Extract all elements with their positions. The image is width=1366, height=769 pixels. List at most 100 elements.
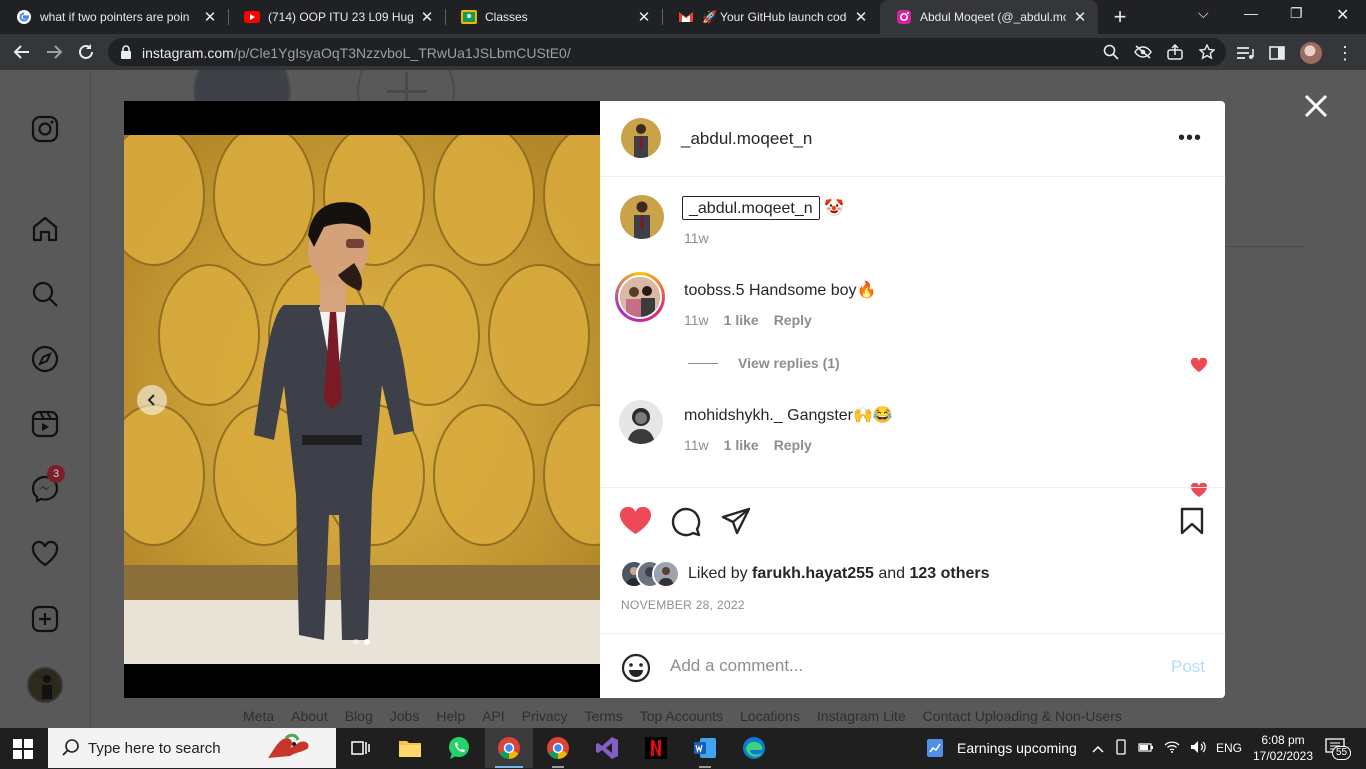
comment-reply-button[interactable]: Reply: [774, 437, 812, 453]
phone-link-icon[interactable]: [1114, 738, 1128, 758]
footer-link[interactable]: Blog: [345, 708, 373, 724]
footer-link[interactable]: Privacy: [522, 708, 568, 724]
taskbar-search-box[interactable]: Type here to search: [48, 728, 336, 768]
comment-time[interactable]: 11w: [684, 312, 709, 328]
footer-link[interactable]: Jobs: [390, 708, 420, 724]
close-tab-icon[interactable]: ✕: [202, 8, 218, 26]
close-tab-icon[interactable]: ✕: [853, 8, 869, 26]
heart-icon[interactable]: [29, 538, 61, 570]
windows-start-button[interactable]: [13, 739, 33, 764]
footer-link[interactable]: API: [482, 708, 505, 724]
comment-reply-button[interactable]: Reply: [774, 312, 812, 328]
comment-input[interactable]: [670, 654, 1150, 678]
close-tab-icon[interactable]: ✕: [419, 8, 435, 26]
task-view-icon[interactable]: [337, 728, 385, 768]
footer-link[interactable]: Help: [436, 708, 465, 724]
zoom-icon[interactable]: [1102, 43, 1120, 61]
footer-link[interactable]: Meta: [243, 708, 274, 724]
comment-avatar-story-ring[interactable]: [615, 272, 665, 322]
close-tab-icon[interactable]: ✕: [636, 8, 652, 26]
tab-gmail[interactable]: 🚀 Your GitHub launch code ✕: [662, 0, 879, 34]
explore-icon[interactable]: [29, 343, 61, 375]
reels-icon[interactable]: [29, 408, 61, 440]
comment-likes[interactable]: 1 like: [724, 312, 759, 328]
media-queue-icon[interactable]: [1236, 44, 1254, 62]
comment-likes[interactable]: 1 like: [724, 437, 759, 453]
search-icon[interactable]: [29, 278, 61, 310]
word-icon[interactable]: [681, 728, 729, 768]
instagram-logo-icon[interactable]: [29, 113, 61, 145]
wifi-icon[interactable]: [1164, 740, 1180, 756]
more-options-icon[interactable]: •••: [1178, 127, 1202, 150]
caption-avatar[interactable]: [620, 195, 664, 239]
close-modal-button[interactable]: [1303, 93, 1329, 119]
post-date[interactable]: NOVEMBER 28, 2022: [621, 598, 745, 612]
save-bookmark-icon[interactable]: [1180, 507, 1204, 540]
comment-username[interactable]: toobss.5: [684, 282, 744, 299]
visual-studio-icon[interactable]: [583, 728, 631, 768]
restore-button[interactable]: ❐: [1290, 5, 1303, 22]
notification-center-button[interactable]: 55: [1325, 728, 1352, 768]
tab-google-search[interactable]: what if two pointers are poin ✕: [0, 0, 228, 34]
side-panel-icon[interactable]: [1268, 44, 1286, 62]
chrome-taskbar-icon-active[interactable]: [485, 728, 533, 768]
chrome-profile-avatar[interactable]: [1300, 42, 1322, 64]
whatsapp-icon[interactable]: [435, 728, 483, 768]
liked-by-others[interactable]: 123 others: [910, 565, 990, 583]
close-window-button[interactable]: ✕: [1336, 5, 1349, 25]
comment-icon[interactable]: [671, 507, 701, 542]
minimize-button[interactable]: —: [1244, 5, 1258, 21]
author-username[interactable]: _abdul.moqeet_n: [681, 129, 812, 149]
profile-avatar[interactable]: [27, 667, 63, 703]
lock-icon[interactable]: [120, 45, 132, 64]
create-icon[interactable]: [29, 603, 61, 635]
taskbar-clock[interactable]: 6:08 pm 17/02/2023: [1244, 732, 1322, 764]
view-replies-button[interactable]: View replies (1): [688, 355, 840, 371]
footer-link[interactable]: Top Accounts: [640, 708, 723, 724]
author-avatar[interactable]: [621, 118, 661, 158]
tab-classroom[interactable]: Classes ✕: [445, 0, 662, 34]
battery-icon[interactable]: [1138, 740, 1154, 756]
close-tab-icon[interactable]: ✕: [1072, 8, 1088, 26]
footer-link[interactable]: About: [291, 708, 328, 724]
comment-time[interactable]: 11w: [684, 437, 709, 453]
reload-button[interactable]: [74, 40, 98, 64]
emoji-picker-icon[interactable]: [621, 653, 651, 688]
footer-link[interactable]: Locations: [740, 708, 800, 724]
chrome-menu-icon[interactable]: ⋮: [1336, 43, 1354, 63]
comment-like-heart-icon[interactable]: [1190, 357, 1208, 377]
weather-widget[interactable]: Earnings upcoming: [926, 728, 1077, 768]
caption-username[interactable]: _abdul.moqeet_n: [682, 196, 820, 220]
new-tab-button[interactable]: +: [1109, 4, 1131, 30]
chrome-taskbar-icon[interactable]: [534, 728, 582, 768]
like-heart-icon[interactable]: [619, 506, 652, 539]
share-icon[interactable]: [1166, 43, 1184, 61]
volume-icon[interactable]: [1190, 740, 1206, 757]
tab-youtube[interactable]: (714) OOP ITU 23 L09 Huge I ✕: [228, 0, 445, 34]
liked-by-user[interactable]: farukh.hayat255: [752, 565, 874, 583]
post-photo[interactable]: [124, 135, 600, 664]
tab-search-icon[interactable]: ⌵: [1198, 5, 1209, 22]
back-button[interactable]: [10, 40, 34, 64]
netflix-icon[interactable]: [632, 728, 680, 768]
comment-username[interactable]: mohidshykh._: [684, 407, 783, 424]
carousel-prev-button[interactable]: [137, 385, 167, 415]
home-icon[interactable]: [29, 213, 61, 245]
edge-icon[interactable]: [730, 728, 778, 768]
footer-link[interactable]: Terms: [585, 708, 623, 724]
forward-button[interactable]: [42, 40, 66, 64]
tab-instagram[interactable]: Abdul Moqeet (@_abdul.mo ✕: [880, 0, 1098, 34]
eye-off-icon[interactable]: [1134, 43, 1152, 61]
comment-avatar[interactable]: [619, 400, 663, 444]
address-bar[interactable]: instagram.com/p/Cle1YgIsyaOqT3NzzvboL_TR…: [108, 38, 1226, 66]
footer-link[interactable]: Instagram Lite: [817, 708, 906, 724]
file-explorer-icon[interactable]: [386, 728, 434, 768]
language-indicator[interactable]: ENG: [1216, 741, 1242, 755]
messenger-icon[interactable]: 3: [29, 465, 65, 505]
tray-overflow-chevron-icon[interactable]: [1092, 740, 1104, 756]
post-comment-button[interactable]: Post: [1171, 657, 1205, 677]
footer-link[interactable]: Contact Uploading & Non-Users: [923, 708, 1122, 724]
bookmark-star-icon[interactable]: [1198, 43, 1216, 61]
share-direct-icon[interactable]: [721, 507, 751, 540]
liker-avatar[interactable]: [652, 560, 680, 588]
